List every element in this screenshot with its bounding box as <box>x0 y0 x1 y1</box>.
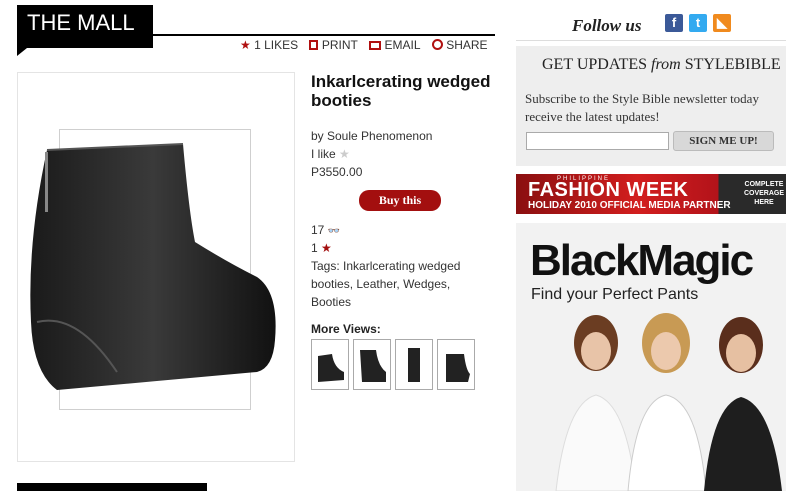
print-icon <box>309 40 319 50</box>
tab-notch <box>17 48 27 56</box>
like-action[interactable]: ★ 1 LIKES <box>240 38 298 52</box>
like-row: I like ★ <box>311 145 350 163</box>
share-icon <box>431 39 443 50</box>
product-byline[interactable]: by Soule Phenomenon <box>311 127 432 145</box>
star-icon: ★ <box>321 241 332 255</box>
like-star-icon[interactable]: ★ <box>339 147 350 161</box>
thumb-boot-image <box>408 348 420 382</box>
views-row: 17 👓 <box>311 221 340 241</box>
glasses-icon: 👓 <box>327 226 341 237</box>
newsletter-text: Subscribe to the Style Bible newsletter … <box>525 91 759 124</box>
share-action[interactable]: SHARE <box>431 38 488 52</box>
follow-us-bar <box>516 4 786 41</box>
likes-label: 1 LIKES <box>254 38 299 52</box>
buy-button[interactable]: Buy this <box>359 190 441 211</box>
twitter-icon[interactable]: t <box>689 14 707 32</box>
more-views-label: More Views: <box>311 322 381 336</box>
newsletter-title-a: GET UPDATES <box>542 56 652 73</box>
fw-subtitle: HOLIDAY 2010 OFFICIAL MEDIA PARTNER <box>528 200 731 211</box>
fw-coverage-label: COMPLETE COVERAGE HERE <box>743 181 785 206</box>
bottom-section-bar <box>17 483 207 491</box>
thumbnail-1[interactable] <box>311 339 349 390</box>
product-image[interactable] <box>17 72 295 462</box>
share-label: SHARE <box>446 38 488 52</box>
thumb-boot-image <box>318 354 344 382</box>
product-title: Inkarlcerating wedged booties <box>311 72 491 110</box>
views-count: 17 <box>311 223 325 237</box>
follow-us-label: Follow us <box>572 16 642 35</box>
product-price: P3550.00 <box>311 165 363 179</box>
ad-title: BlackMagic <box>530 236 754 285</box>
newsletter-email-input[interactable] <box>526 132 669 150</box>
newsletter-title-c: STYLEBIBLE <box>680 56 781 73</box>
email-action[interactable]: EMAIL <box>369 38 421 52</box>
thumb-boot-image <box>446 354 470 382</box>
print-action[interactable]: PRINT <box>309 38 358 52</box>
rss-icon[interactable]: ◣ <box>713 14 731 32</box>
print-label: PRINT <box>321 38 358 52</box>
email-label: EMAIL <box>384 38 421 52</box>
fw-title: FASHION WEEK <box>528 179 689 201</box>
section-title: THE MALL <box>17 5 153 48</box>
newsletter-title-b: from <box>651 56 681 73</box>
stars-row: 1 ★ <box>311 239 332 257</box>
like-label: I like <box>311 147 336 161</box>
facebook-icon[interactable]: f <box>665 14 683 32</box>
thumb-boot-image <box>360 350 386 382</box>
thumbnail-2[interactable] <box>353 339 391 390</box>
sign-me-up-button[interactable]: SIGN ME UP! <box>673 131 774 151</box>
newsletter-title: GET UPDATES from STYLEBIBLE <box>542 56 781 74</box>
product-tags[interactable]: Tags: Inkarlcerating wedged booties, Lea… <box>311 257 481 311</box>
star-icon: ★ <box>240 38 251 52</box>
thumbnail-4[interactable] <box>437 339 475 390</box>
action-bar: ★ 1 LIKES PRINT EMAIL SHARE <box>240 38 496 52</box>
email-icon <box>369 41 382 50</box>
ad-subtitle: Find your Perfect Pants <box>531 286 699 303</box>
thumbnail-3[interactable] <box>395 339 433 390</box>
stars-count: 1 <box>311 241 318 255</box>
